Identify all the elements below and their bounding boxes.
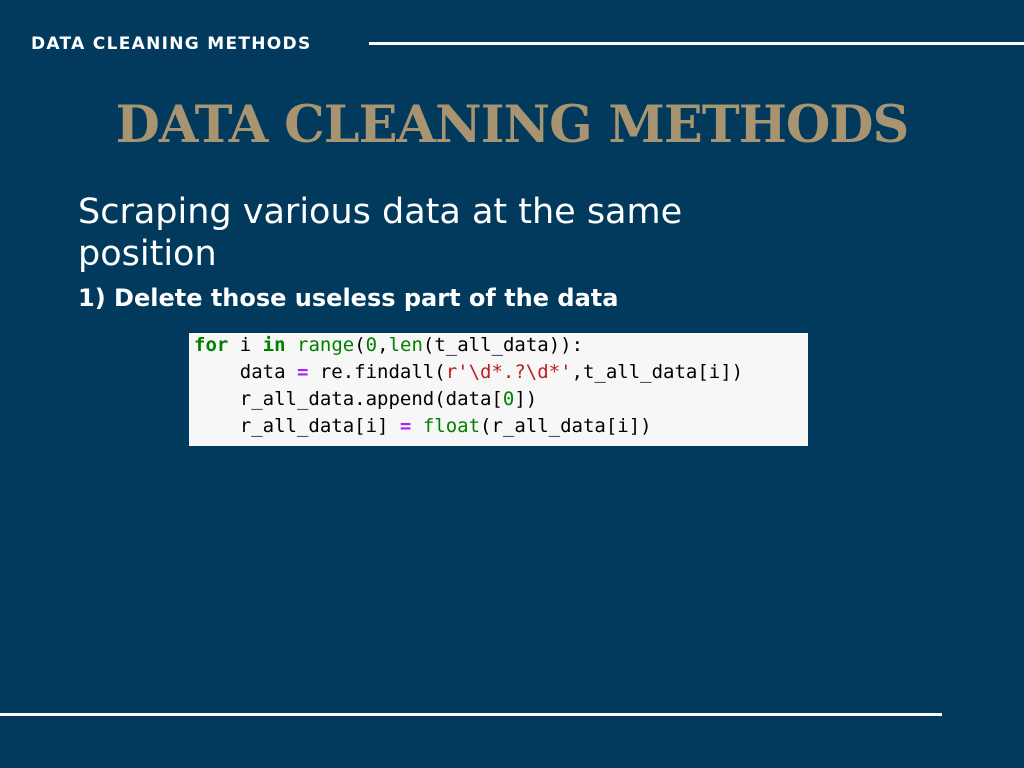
code-token: range — [297, 334, 355, 356]
footer-divider — [0, 713, 942, 716]
code-token: for — [194, 334, 229, 356]
code-line: r_all_data[i] = float(r_all_data[i]) — [194, 412, 808, 440]
code-token: ]) — [514, 388, 538, 410]
code-token: len — [388, 334, 423, 356]
code-token: = — [399, 415, 412, 437]
slide-subtitle: Scraping various data at the same positi… — [78, 192, 683, 274]
code-token: data — [194, 361, 297, 383]
code-token: i — [228, 334, 263, 356]
code-token: = — [296, 361, 309, 383]
code-token: r_all_data.append(data[ — [194, 388, 503, 410]
code-snippet: for i in range(0,len(t_all_data)): data … — [189, 333, 808, 446]
code-line: for i in range(0,len(t_all_data)): — [194, 333, 808, 359]
code-token: re.findall( — [308, 361, 446, 383]
section-header: DATA CLEANING METHODS — [31, 34, 312, 54]
header-divider — [369, 42, 1024, 45]
code-line: r_all_data.append(data[0]) — [194, 385, 808, 413]
step-text: 1) Delete those useless part of the data — [78, 284, 619, 312]
slide-title: DATA CLEANING METHODS — [115, 95, 910, 155]
code-token: r_all_data[i] — [194, 415, 400, 437]
code-token: 0 — [365, 334, 378, 356]
code-token: in — [262, 334, 286, 356]
code-token: (t_all_data)): — [422, 334, 584, 356]
code-token: 0 — [502, 388, 515, 410]
code-token: float — [422, 415, 481, 437]
code-line: data = re.findall(r'\d*.?\d*',t_all_data… — [194, 358, 808, 386]
code-token: ( — [354, 334, 366, 356]
code-token: , — [377, 334, 389, 356]
code-token: (r_all_data[i]) — [480, 415, 652, 437]
code-token: ,t_all_data[i]) — [571, 361, 744, 383]
code-token: r'\d*.?\d*' — [445, 361, 572, 383]
